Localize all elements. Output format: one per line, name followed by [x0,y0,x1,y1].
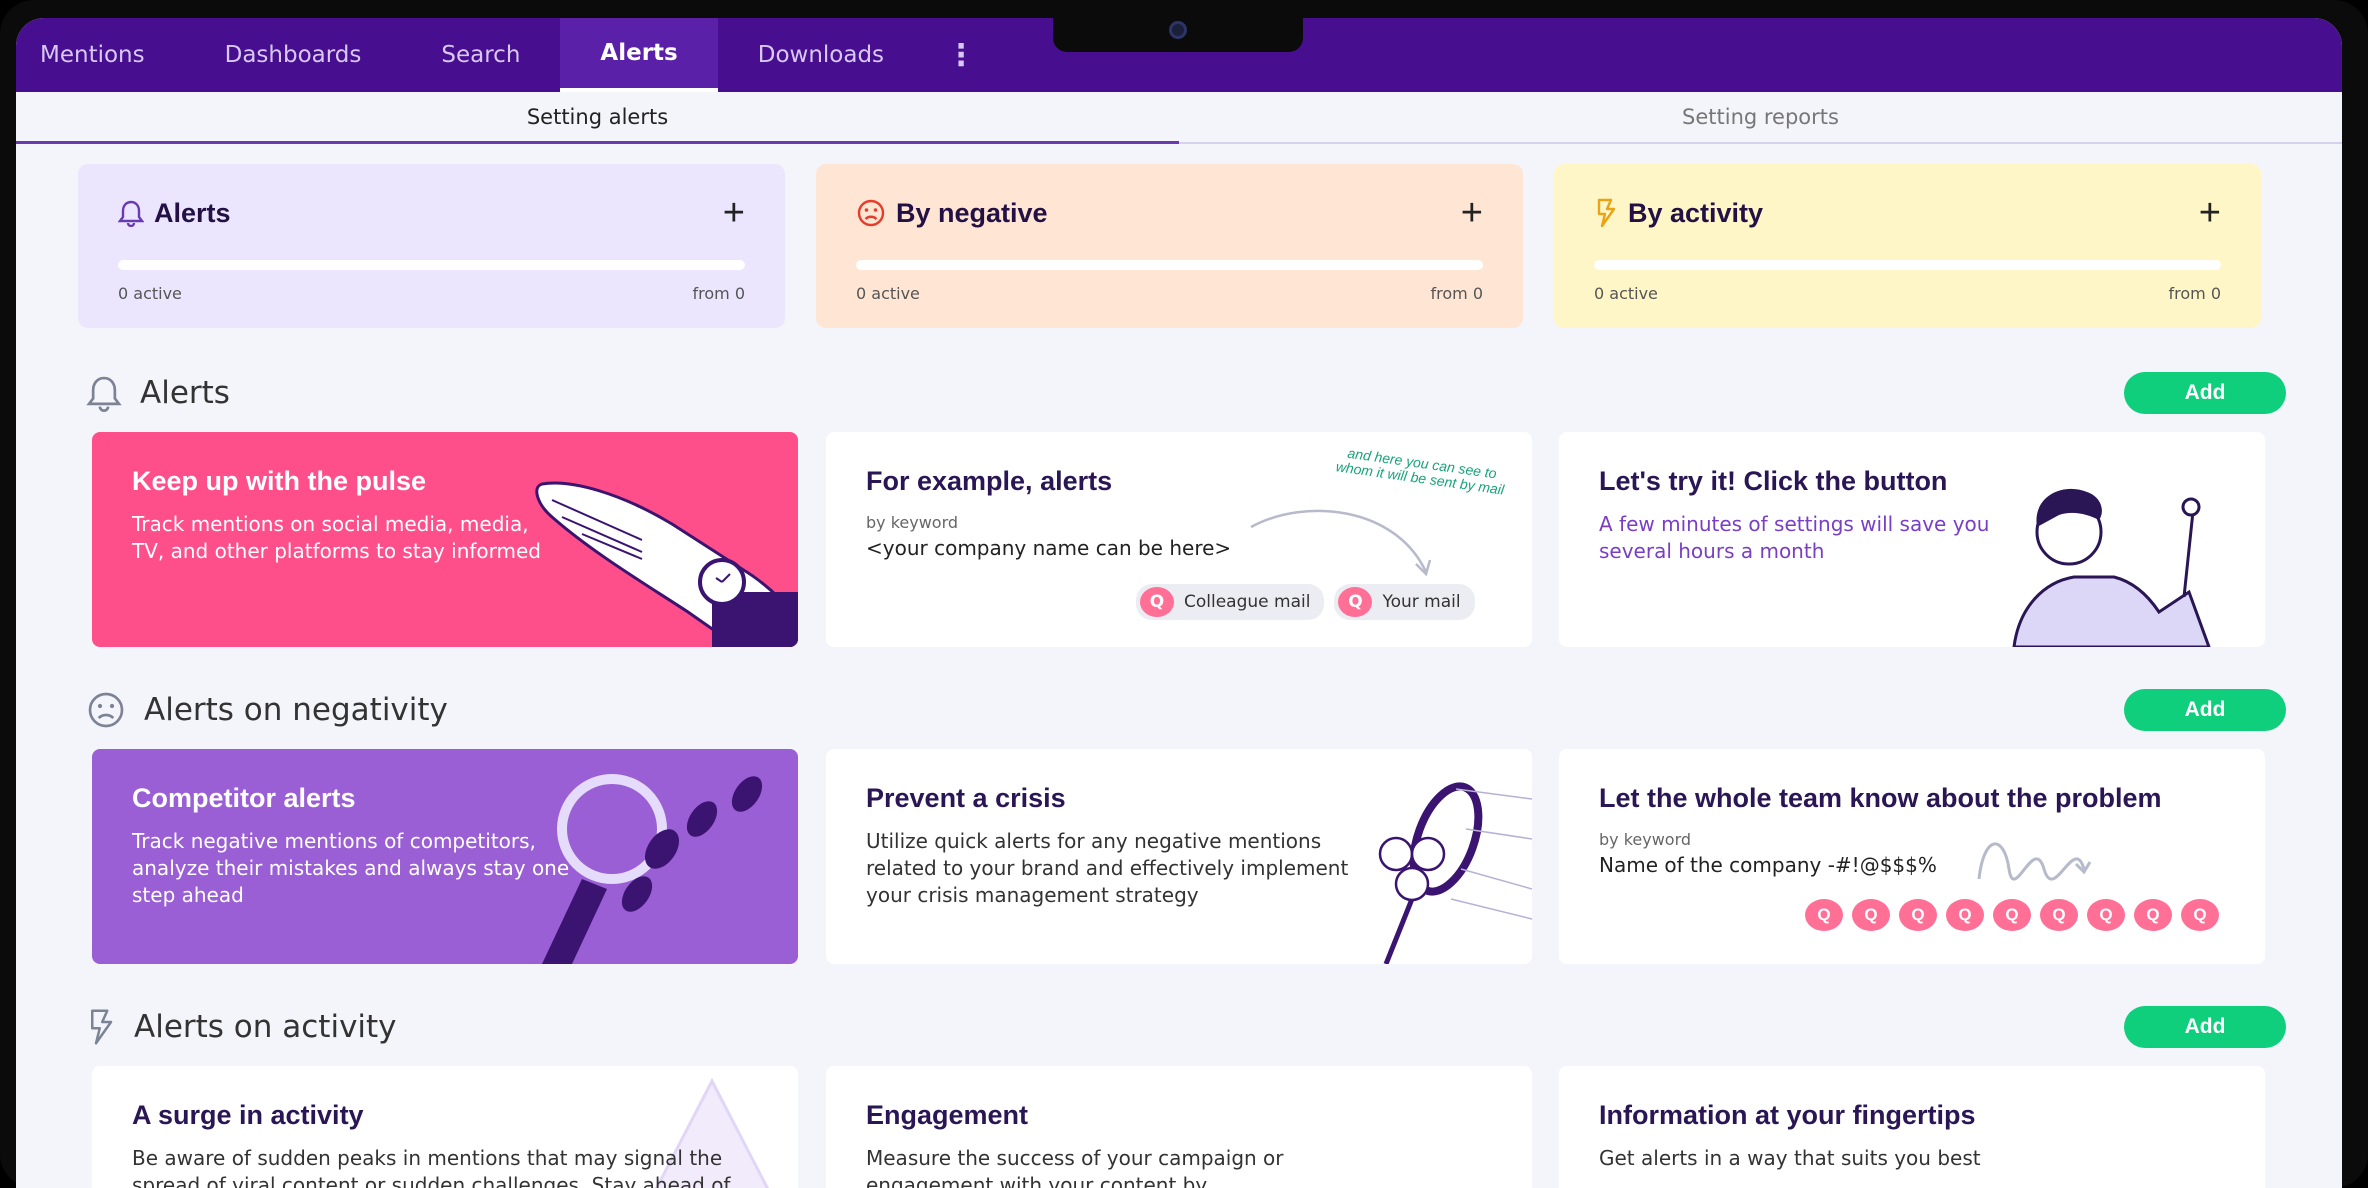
team-member-dots: Q Q Q Q Q Q Q Q Q [1805,899,2219,931]
q-avatar-icon: Q [2134,899,2172,931]
section-header-negativity: Alerts on negativity Add [86,688,2286,732]
man-pointing-illustration [2012,488,2211,647]
section-header-alerts: Alerts Add [86,371,2286,415]
add-alert-plus-icon[interactable]: + [723,194,745,232]
summary-negative: By negative + 0 active from 0 [816,164,1523,328]
card-title: Competitor alerts [132,783,356,813]
chip-your-mail: Q Your mail [1334,584,1475,620]
q-avatar-icon: Q [1946,899,1984,931]
curved-arrow-icon [1250,509,1432,577]
device-frame: Mentions Dashboards Search Alerts Downlo… [0,0,2368,1188]
keyword-value: Name of the company -#!@$$$% [1599,853,1937,877]
subtab-setting-alerts[interactable]: Setting alerts [16,92,1179,144]
q-avatar-icon: Q [1899,899,1937,931]
card-title: Engagement [866,1100,1029,1130]
keyword-label: by keyword [1599,830,1692,849]
q-avatar-icon: Q [2040,899,2078,931]
card-information-fingertips: Information at your fingertips Get alert… [1559,1066,2265,1188]
q-avatar-icon: Q [1993,899,2031,931]
q-avatar-icon: Q [1140,587,1174,617]
lightning-icon [1597,198,1616,228]
section-title: Alerts [140,375,230,411]
active-count: 0 active [118,284,182,303]
recipient-chips: Q Colleague mail Q Your mail [1136,584,1475,620]
add-negative-plus-icon[interactable]: + [1461,194,1483,232]
card-prevent-crisis: Prevent a crisis Utilize quick alerts fo… [826,749,1532,964]
card-try-it: Let's try it! Click the button A few min… [1559,432,2265,647]
sub-tabs: Setting alerts Setting reports [16,92,2342,144]
card-keep-up: Keep up with the pulse Track mentions on… [92,432,798,647]
progress-bar [118,260,745,270]
tab-downloads[interactable]: Downloads [718,18,924,92]
card-description: Get alerts in a way that suits you best [1599,1146,1981,1170]
tab-mentions[interactable]: Mentions [16,18,185,92]
tab-dashboards[interactable]: Dashboards [185,18,402,92]
subtab-setting-reports[interactable]: Setting reports [1179,92,2342,142]
total-count: from 0 [1430,284,1484,303]
section-title: Alerts on negativity [144,692,448,728]
summary-alerts: Alerts + 0 active from 0 [78,164,785,328]
card-description: Measure the success of your campaign or … [866,1146,1284,1188]
wave-arrow-icon [1977,842,2092,881]
card-description: Be aware of sudden peaks in mentions tha… [132,1146,731,1188]
chip-colleague-mail: Q Colleague mail [1136,584,1325,620]
card-example-alerts: For example, alerts by keyword <your com… [826,432,1532,647]
chip-label: Your mail [1382,592,1461,612]
card-competitor-alerts: Competitor alerts Track negative mention… [92,749,798,964]
tab-alerts[interactable]: Alerts [560,18,718,92]
sad-face-icon [857,199,885,227]
lightning-icon [91,1009,113,1045]
q-avatar-icon: Q [1852,899,1890,931]
bell-icon [86,376,122,412]
card-title: For example, alerts [866,466,1113,496]
card-description: Track negative mentions of competitors, … [132,829,570,907]
total-count: from 0 [2168,284,2222,303]
card-title: Prevent a crisis [866,783,1066,813]
summary-activity: By activity + 0 active from 0 [1554,164,2261,328]
q-avatar-icon: Q [1338,587,1373,617]
card-engagement: Engagement Measure the success of your c… [826,1066,1532,1188]
section-title: Alerts on activity [134,1009,397,1045]
card-title: Keep up with the pulse [132,466,427,496]
card-title: Let's try it! Click the button [1599,466,1948,496]
tab-search[interactable]: Search [401,18,560,92]
q-avatar-icon: Q [1805,899,1843,931]
card-title: Information at your fingertips [1599,1100,1976,1130]
hand-watch-illustration [535,481,798,647]
camera-icon [1169,21,1187,39]
add-negativity-button[interactable]: Add [2124,689,2286,731]
bell-icon [118,200,144,227]
sad-face-icon [88,692,124,728]
add-activity-plus-icon[interactable]: + [2199,194,2221,232]
card-whole-team: Let the whole team know about the proble… [1559,749,2265,964]
card-description: A few minutes of settings will save you … [1599,512,1990,563]
chip-label: Colleague mail [1184,592,1311,612]
card-title: A surge in activity [132,1100,364,1130]
summary-title: By activity [1628,197,1764,228]
summary-title: Alerts [154,197,231,228]
app-screen: Mentions Dashboards Search Alerts Downlo… [16,18,2342,1188]
card-surge-activity: A surge in activity Be aware of sudden p… [92,1066,798,1188]
card-description: Track mentions on social media, media, T… [132,512,542,563]
progress-bar [1594,260,2221,270]
active-count: 0 active [1594,284,1658,303]
card-title: Let the whole team know about the proble… [1599,783,2162,813]
card-description: Utilize quick alerts for any negative me… [866,829,1349,907]
q-avatar-icon: Q [2087,899,2125,931]
active-count: 0 active [856,284,920,303]
progress-bar [856,260,1483,270]
summary-title: By negative [896,197,1048,228]
add-activity-button[interactable]: Add [2124,1006,2286,1048]
add-alert-button[interactable]: Add [2124,372,2286,414]
total-count: from 0 [692,284,746,303]
more-vertical-icon[interactable]: ⋮ [924,18,998,92]
section-header-activity: Alerts on activity Add [86,1005,2286,1049]
q-avatar-icon: Q [2181,899,2219,931]
